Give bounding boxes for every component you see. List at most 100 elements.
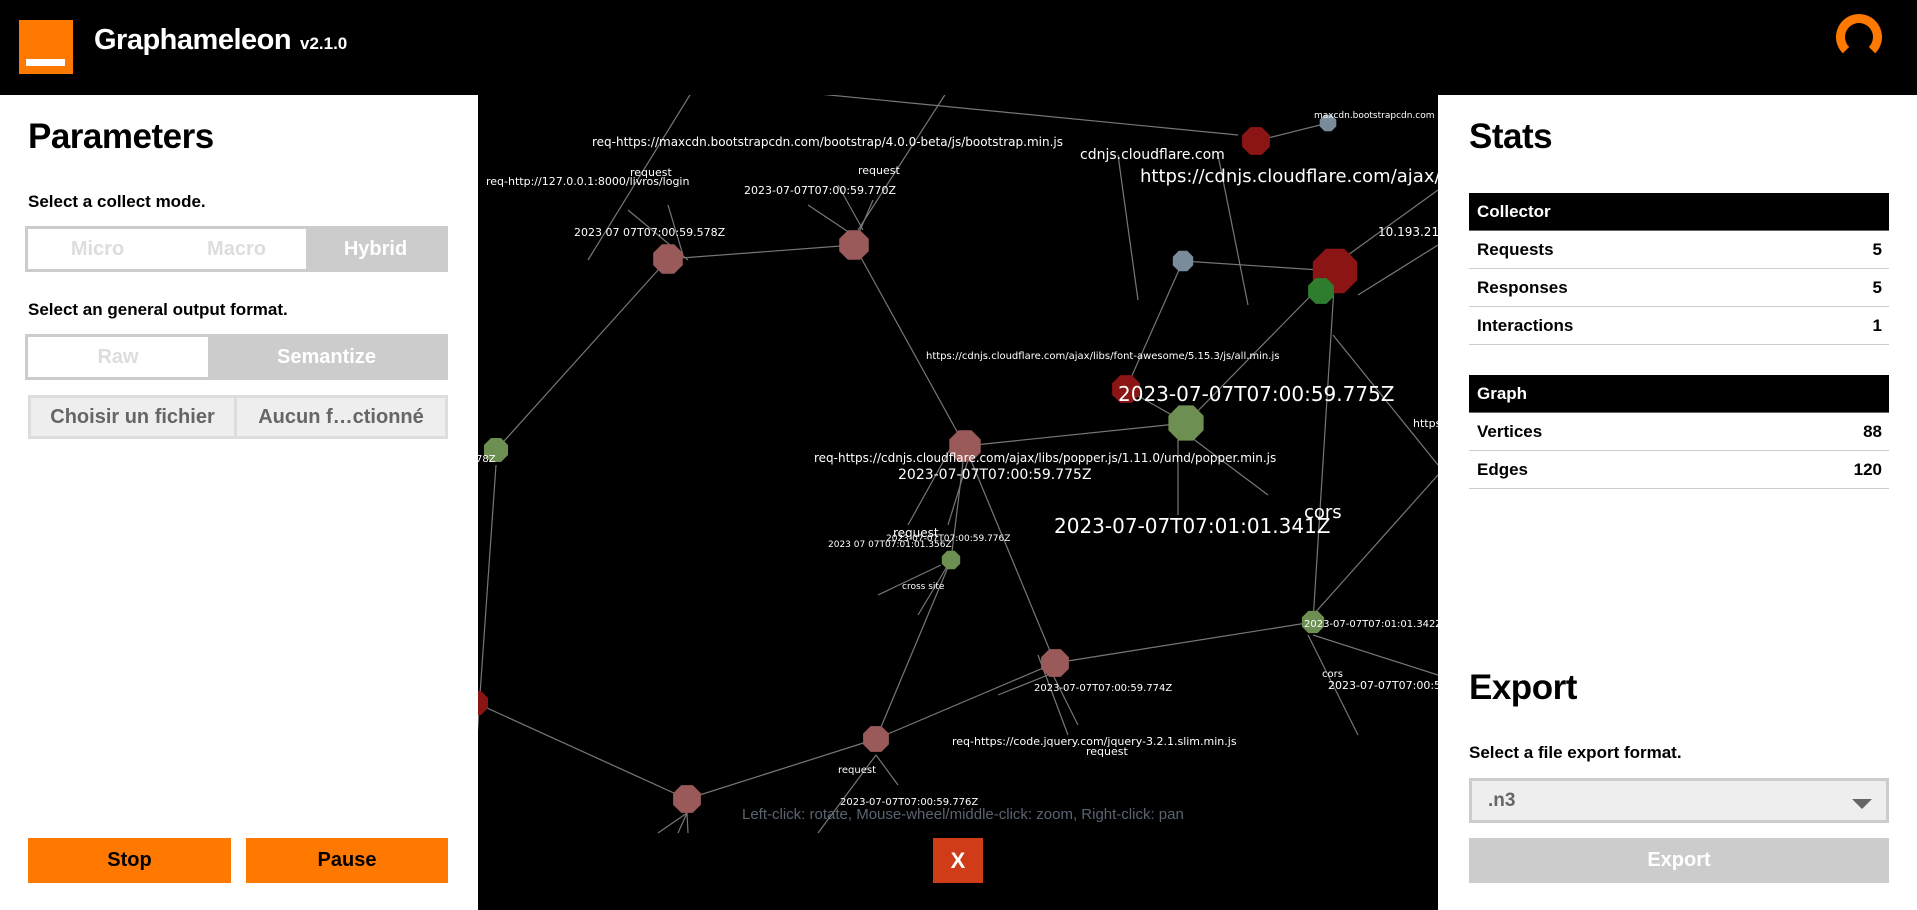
- graph-node-label: 2023-07-07T07:00:59.775Z: [898, 467, 1092, 483]
- graph-node-label: req-http://127.0.0.1:8000/livros/login: [486, 175, 689, 188]
- collector-heading: Collector: [1469, 193, 1889, 231]
- output-format-raw[interactable]: Raw: [28, 337, 208, 377]
- graph-edge: [1312, 270, 1336, 623]
- choose-file-button[interactable]: Choisir un fichier: [31, 398, 237, 436]
- stat-label: Interactions: [1477, 315, 1574, 335]
- graph-node-label: req-https://maxcdn.bootstrapcdn.com/boot…: [592, 135, 1063, 149]
- graph-node-label: 2023-07-07T07:00:59.775Z: [1118, 382, 1395, 406]
- graph-node-request[interactable]: [863, 726, 889, 752]
- stats-title: Stats: [1469, 117, 1553, 156]
- graph-edge: [1182, 260, 1336, 272]
- output-format-semantize[interactable]: Semantize: [208, 337, 445, 377]
- export-format-label: Select a file export format.: [1469, 743, 1682, 762]
- stat-label: Vertices: [1477, 421, 1543, 441]
- graph-node-label: 2023-07-07T07:00:59.774Z: [1034, 683, 1172, 694]
- graph-node-label: 2023 07 07T07:01:01.356Z: [828, 540, 952, 550]
- export-format-select[interactable]: .n3: [1469, 778, 1889, 823]
- graph-edge: [857, 95, 946, 231]
- graph-node-label: 78Z: [478, 454, 496, 465]
- graph-edge: [853, 244, 966, 447]
- graph-node-label: 2023-07-07T07:01:01.342Z: [1304, 619, 1438, 630]
- stat-value: 5: [1872, 277, 1882, 297]
- graph-canvas[interactable]: req-https://maxcdn.bootstrapcdn.com/boot…: [478, 95, 1438, 910]
- app-title: Graphameleon: [94, 24, 292, 56]
- graph-node-request[interactable]: [839, 230, 869, 260]
- graph-stats-table: Graph Vertices 88 Edges 120: [1469, 375, 1889, 489]
- stat-row-interactions: Interactions 1: [1469, 307, 1889, 345]
- output-format-selector: Raw Semantize: [25, 334, 448, 380]
- graph-node-request[interactable]: [1041, 649, 1069, 677]
- export-format-value: .n3: [1488, 789, 1516, 811]
- collect-mode-label: Select a collect mode.: [28, 192, 206, 211]
- graph-edge: [875, 754, 899, 786]
- close-graph-button[interactable]: X: [933, 838, 983, 883]
- graph-node-response[interactable]: [941, 550, 961, 570]
- graph-node-label: 2023 07 07T07:00:59.578Z: [574, 226, 726, 239]
- graph-edge: [1125, 260, 1184, 390]
- graph-node-label: 2023-07-07T07:00:59: [1328, 679, 1438, 692]
- graph-node-label: 2023-07-07T07:01:01.341Z: [1054, 514, 1331, 538]
- graph-node-label: cors: [1304, 502, 1342, 523]
- parameters-title: Parameters: [28, 117, 214, 156]
- graph-edge: [1117, 154, 1139, 301]
- stat-label: Edges: [1477, 459, 1529, 479]
- collect-mode-macro[interactable]: Macro: [167, 229, 306, 269]
- loading-spinner-icon: [1836, 14, 1882, 60]
- logo-bar: [26, 59, 65, 66]
- graph-node-label: https: [1413, 417, 1438, 430]
- graph-node-response[interactable]: [1168, 405, 1204, 441]
- stat-value: 1: [1872, 315, 1882, 335]
- graph-edge: [1187, 434, 1269, 496]
- stat-label: Responses: [1477, 277, 1568, 297]
- graph-node-request[interactable]: [653, 244, 683, 274]
- graph-edge: [686, 812, 689, 834]
- collect-mode-selector: Micro Macro Hybrid: [25, 226, 448, 272]
- stat-row-edges: Edges 120: [1469, 451, 1889, 489]
- graph-node-label: request: [1086, 745, 1129, 758]
- stat-row-responses: Responses 5: [1469, 269, 1889, 307]
- file-input[interactable]: Choisir un fichier Aucun f…ctionné: [28, 395, 448, 439]
- stat-value: 120: [1853, 459, 1882, 479]
- graph-node-label: req-https://cdnjs.cloudflare.com/ajax/li…: [814, 451, 1276, 465]
- graph-node-label: 10.193.21.1: [1378, 225, 1438, 239]
- graph-node-label: 2023-07-07T07:00:59.770Z: [744, 184, 897, 197]
- app-header: Graphameleon v2.1.0: [0, 0, 1917, 95]
- stats-panel: Stats Collector Requests 5 Responses 5 I…: [1438, 95, 1917, 910]
- graph-edge: [807, 204, 854, 236]
- graph-node-domain[interactable]: [1172, 250, 1194, 272]
- graph-node-label: request: [858, 164, 901, 177]
- graph-edge: [1347, 189, 1438, 256]
- stat-value: 88: [1863, 421, 1882, 441]
- graph-edge: [1312, 474, 1438, 616]
- graph-edge: [822, 95, 1239, 136]
- stat-row-requests: Requests 5: [1469, 231, 1889, 269]
- graph-node-label: https://cdnjs.cloudflare.com/ajax/li: [1140, 166, 1438, 187]
- export-button[interactable]: Export: [1469, 838, 1889, 883]
- collect-mode-hybrid[interactable]: Hybrid: [306, 229, 445, 269]
- graph-node-label: maxcdn.bootstrapcdn.com: [1314, 111, 1435, 121]
- graph-edge: [1357, 244, 1438, 296]
- collector-stats-table: Collector Requests 5 Responses 5 Interac…: [1469, 193, 1889, 345]
- graph-node-request[interactable]: [673, 785, 701, 813]
- graph-edge: [478, 464, 497, 732]
- graph-node-label: cross site: [902, 582, 945, 592]
- stat-value: 5: [1872, 239, 1882, 259]
- stop-button[interactable]: Stop: [28, 838, 231, 883]
- collect-mode-micro[interactable]: Micro: [28, 229, 167, 269]
- stat-label: Requests: [1477, 239, 1554, 259]
- file-name-text: Aucun f…ctionné: [258, 405, 424, 428]
- graph-heading: Graph: [1469, 375, 1889, 413]
- pause-button[interactable]: Pause: [246, 838, 448, 883]
- output-format-label: Select an general output format.: [28, 300, 288, 319]
- graph-edge: [964, 422, 1187, 447]
- graph-node-resource[interactable]: [478, 691, 488, 715]
- graph-node-resource[interactable]: [1242, 127, 1270, 155]
- graph-edge: [1054, 621, 1314, 664]
- graph-node-label: request: [838, 765, 876, 776]
- app-version: v2.1.0: [300, 34, 348, 53]
- graph-node-interaction[interactable]: [1308, 278, 1334, 304]
- graph-edge: [495, 258, 669, 451]
- stat-row-vertices: Vertices 88: [1469, 413, 1889, 451]
- graph-edge: [478, 703, 688, 800]
- graph-svg[interactable]: req-https://maxcdn.bootstrapcdn.com/boot…: [478, 95, 1438, 910]
